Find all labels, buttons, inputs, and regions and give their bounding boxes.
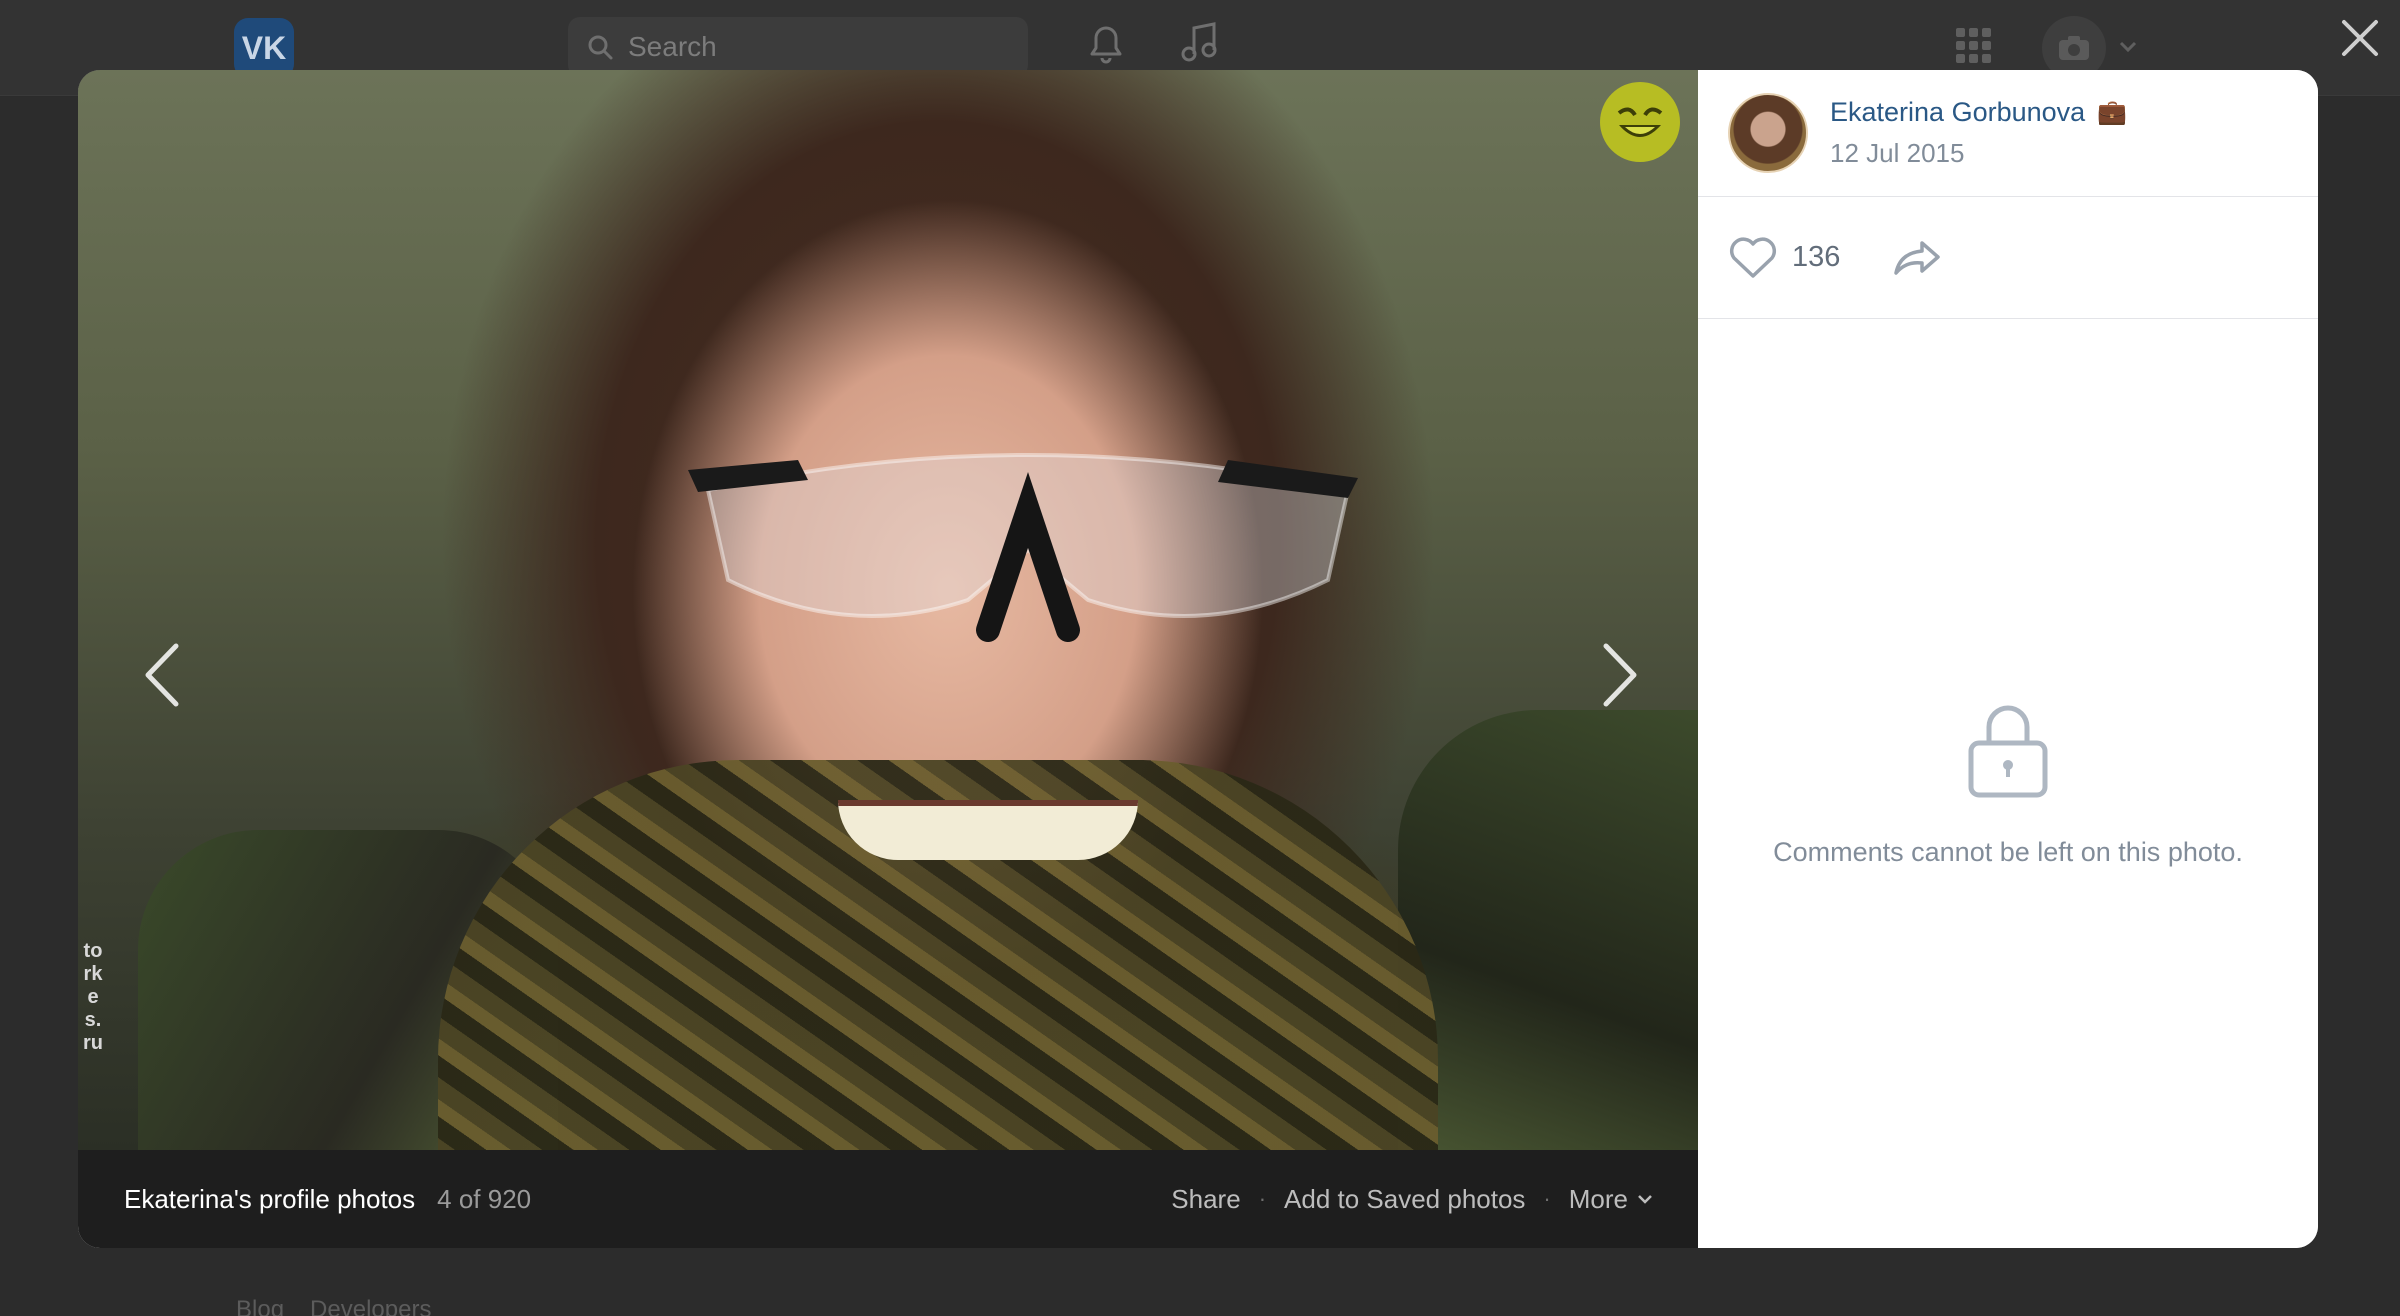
comments-disabled-text: Comments cannot be left on this photo. bbox=[1773, 837, 2243, 867]
add-to-saved-link[interactable]: Add to Saved photos bbox=[1284, 1184, 1525, 1215]
photo-sidebar: Ekaterina Gorbunova 💼 12 Jul 2015 136 Co… bbox=[1698, 70, 2318, 1248]
vk-logo: VK bbox=[234, 18, 294, 78]
chevron-right-icon[interactable] bbox=[1596, 640, 1646, 710]
footer-link-developers[interactable]: Developers bbox=[310, 1296, 431, 1316]
apps-grid-icon[interactable] bbox=[1954, 26, 1994, 66]
photo-detail bbox=[688, 453, 1358, 642]
music-icon[interactable] bbox=[1178, 20, 1222, 66]
smiley-badge-icon bbox=[1600, 82, 1680, 162]
chevron-left-icon[interactable] bbox=[136, 640, 186, 710]
like-button[interactable]: 136 bbox=[1728, 236, 1840, 280]
separator: · bbox=[1543, 1186, 1551, 1211]
album-title[interactable]: Ekaterina's profile photos bbox=[124, 1184, 415, 1215]
search-icon bbox=[588, 35, 613, 60]
separator: · bbox=[1258, 1186, 1267, 1211]
photo-detail bbox=[1398, 710, 1698, 1150]
chevron-down-icon bbox=[2119, 41, 2137, 53]
reactions-row: 136 bbox=[1698, 197, 2318, 319]
close-icon[interactable] bbox=[2338, 16, 2382, 60]
photo-footer: Ekaterina's profile photos 4 of 920 Shar… bbox=[78, 1150, 1698, 1248]
camera-icon bbox=[2059, 36, 2089, 60]
author-name[interactable]: Ekaterina Gorbunova bbox=[1830, 97, 2085, 128]
author-header: Ekaterina Gorbunova 💼 12 Jul 2015 bbox=[1698, 70, 2318, 197]
share-link[interactable]: Share bbox=[1171, 1184, 1240, 1215]
chevron-down-icon bbox=[1638, 1195, 1652, 1204]
photo-column: torkes.ru Ekaterina's profile photos 4 o… bbox=[78, 70, 1698, 1248]
more-menu[interactable]: More bbox=[1569, 1184, 1654, 1215]
bell-icon[interactable] bbox=[1084, 20, 1128, 66]
photo-counter: 4 of 920 bbox=[437, 1183, 532, 1214]
comments-section: Comments cannot be left on this photo. bbox=[1698, 319, 2318, 1248]
photo-watermark: torkes.ru bbox=[83, 940, 103, 1054]
search-bar[interactable]: Search bbox=[568, 17, 1028, 77]
photo-date[interactable]: 12 Jul 2015 bbox=[1830, 138, 2127, 169]
heart-icon bbox=[1729, 236, 1777, 278]
photo[interactable]: torkes.ru bbox=[78, 70, 1698, 1150]
like-count: 136 bbox=[1792, 241, 1841, 273]
photo-viewer: torkes.ru Ekaterina's profile photos 4 o… bbox=[78, 70, 2318, 1248]
footer-link-blog[interactable]: Blog bbox=[236, 1296, 284, 1316]
avatar[interactable] bbox=[1728, 93, 1808, 173]
background-footer: Blog Developers bbox=[236, 1296, 431, 1316]
more-label: More bbox=[1568, 1183, 1628, 1214]
briefcase-icon: 💼 bbox=[2097, 99, 2128, 126]
photo-detail bbox=[838, 800, 1138, 860]
search-placeholder: Search bbox=[628, 31, 717, 62]
share-icon[interactable] bbox=[1892, 237, 1942, 279]
lock-icon bbox=[1968, 705, 2048, 798]
